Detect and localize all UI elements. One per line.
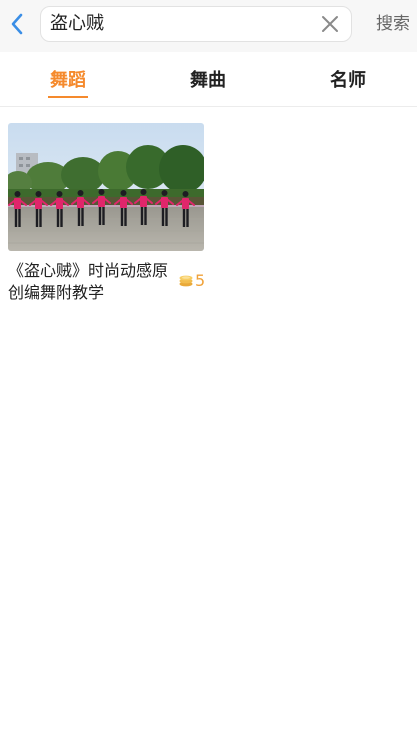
coin-icon xyxy=(179,275,193,287)
result-title[interactable]: 《盗心贼》时尚动感原创编舞附教学 xyxy=(8,260,178,304)
clear-search-button[interactable] xyxy=(319,13,341,35)
search-query-text: 盗心贼 xyxy=(50,13,104,34)
tab-dance[interactable]: 舞蹈 xyxy=(38,66,98,98)
search-button[interactable]: 搜索 xyxy=(373,9,413,39)
coin-price: 5 xyxy=(178,270,205,290)
back-button[interactable] xyxy=(4,9,30,39)
tab-music[interactable]: 舞曲 xyxy=(178,66,238,96)
category-tabs: 舞蹈 舞曲 名师 xyxy=(0,52,417,107)
search-header: 盗心贼 搜索 xyxy=(0,0,417,52)
chevron-left-icon xyxy=(11,13,23,35)
coin-count: 5 xyxy=(195,270,206,290)
tab-teachers[interactable]: 名师 xyxy=(318,66,378,96)
result-card[interactable]: 《盗心贼》时尚动感原创编舞附教学 5 xyxy=(8,123,205,302)
search-input[interactable]: 盗心贼 xyxy=(40,6,352,42)
close-icon xyxy=(322,16,338,32)
video-thumbnail[interactable] xyxy=(8,123,204,251)
